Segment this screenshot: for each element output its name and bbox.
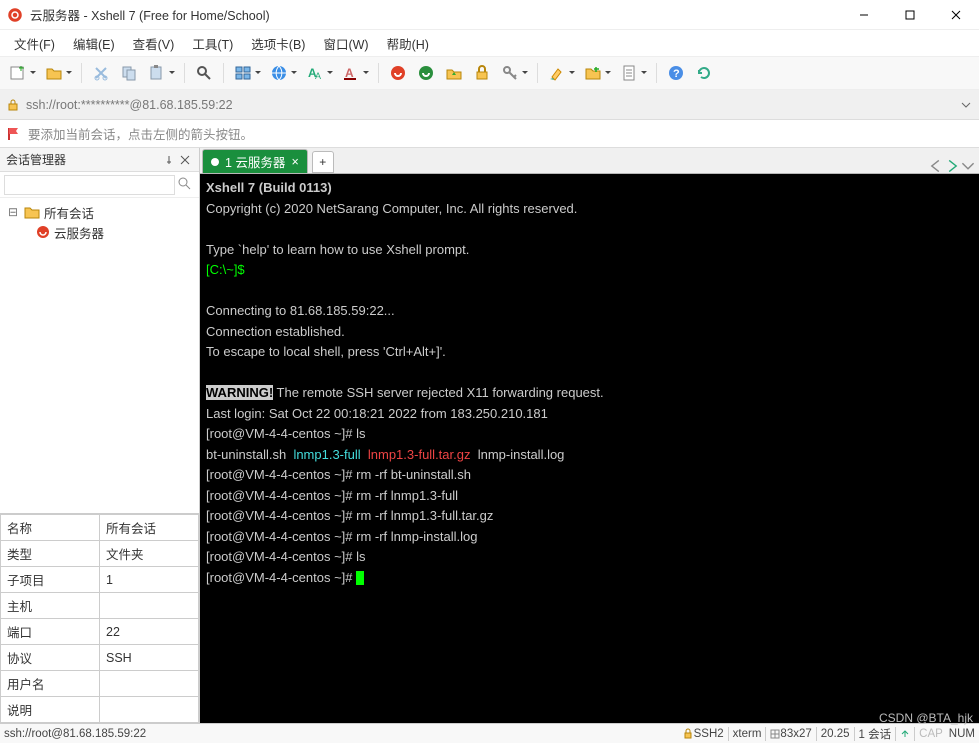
help-button[interactable]: ? xyxy=(664,61,688,85)
tab-label: 1 云服务器 xyxy=(225,152,285,171)
menubar: 文件(F) 编辑(E) 查看(V) 工具(T) 选项卡(B) 窗口(W) 帮助(… xyxy=(0,30,979,56)
svg-text:A: A xyxy=(345,66,354,80)
refresh-button[interactable] xyxy=(692,61,716,85)
separator xyxy=(184,63,185,83)
status-sessions: 1 会话 xyxy=(859,726,892,742)
status-cap: CAP xyxy=(919,728,943,740)
titlebar: 云服务器 - Xshell 7 (Free for Home/School) xyxy=(0,0,979,30)
status-num: NUM xyxy=(949,728,975,740)
cut-button[interactable] xyxy=(89,61,113,85)
tree-child-label: 云服务器 xyxy=(54,223,104,242)
tab-menu-button[interactable] xyxy=(961,159,975,173)
separator xyxy=(537,63,538,83)
grid-icon xyxy=(770,729,780,739)
terminal-cursor xyxy=(356,571,364,585)
copy-button[interactable] xyxy=(117,61,141,85)
svg-text:?: ? xyxy=(673,68,680,80)
sessions-button[interactable] xyxy=(231,61,255,85)
tab-status-icon xyxy=(211,158,219,166)
minimize-button[interactable] xyxy=(841,0,887,30)
swirl-green-button[interactable] xyxy=(414,61,438,85)
menu-file[interactable]: 文件(F) xyxy=(6,32,63,55)
paste-button[interactable] xyxy=(145,61,169,85)
address-text: ssh://root:**********@81.68.185.59:22 xyxy=(26,98,953,112)
close-button[interactable] xyxy=(933,0,979,30)
search-icon[interactable] xyxy=(177,176,199,193)
separator xyxy=(378,63,379,83)
tabs-bar: 1 云服务器 × + xyxy=(200,148,979,174)
table-row: 说明 xyxy=(1,697,199,723)
up-icon xyxy=(900,729,910,739)
add-folder-button[interactable] xyxy=(581,61,605,85)
tab-prev-button[interactable] xyxy=(929,159,943,173)
find-button[interactable] xyxy=(192,61,216,85)
table-row: 名称所有会话 xyxy=(1,515,199,541)
folder-icon xyxy=(24,205,40,219)
key-button[interactable] xyxy=(498,61,522,85)
session-manager-panel: 会话管理器 ⊟ 所有会话 云服务器 名称所有会话 类型文件夹 子项目 xyxy=(0,148,200,723)
menu-tabmenu[interactable]: 选项卡(B) xyxy=(243,32,313,55)
new-session-button[interactable] xyxy=(6,61,30,85)
status-address: ssh://root@81.68.185.59:22 xyxy=(4,728,146,740)
session-icon xyxy=(36,225,50,239)
terminal[interactable]: Xshell 7 (Build 0113) Copyright (c) 2020… xyxy=(200,174,979,723)
tree-root-label: 所有会话 xyxy=(44,203,94,222)
window-title: 云服务器 - Xshell 7 (Free for Home/School) xyxy=(30,5,841,24)
tab-active[interactable]: 1 云服务器 × xyxy=(202,149,308,173)
svg-text:A: A xyxy=(315,71,321,81)
connect-button[interactable] xyxy=(267,61,291,85)
table-row: 协议SSH xyxy=(1,645,199,671)
properties-table: 名称所有会话 类型文件夹 子项目1 主机 端口22 协议SSH 用户名 说明 xyxy=(0,513,199,723)
lock-button[interactable] xyxy=(470,61,494,85)
status-proto: SSH2 xyxy=(694,728,724,740)
swirl-red-button[interactable] xyxy=(386,61,410,85)
table-row: 用户名 xyxy=(1,671,199,697)
table-row: 端口22 xyxy=(1,619,199,645)
pin-button[interactable] xyxy=(161,152,177,168)
status-speed: 20.25 xyxy=(821,728,850,740)
highlight-button[interactable] xyxy=(545,61,569,85)
toolbar: AA A ? xyxy=(0,56,979,90)
session-search-input[interactable] xyxy=(4,175,175,195)
app-logo-icon xyxy=(6,6,24,24)
address-bar[interactable]: ssh://root:**********@81.68.185.59:22 xyxy=(0,90,979,120)
lock-small-icon xyxy=(682,728,694,740)
status-size: 83x27 xyxy=(780,728,811,740)
menu-window[interactable]: 窗口(W) xyxy=(315,32,376,55)
table-row: 主机 xyxy=(1,593,199,619)
doc-button[interactable] xyxy=(617,61,641,85)
maximize-button[interactable] xyxy=(887,0,933,30)
tree-root[interactable]: ⊟ 所有会话 xyxy=(2,202,197,222)
folder-up-button[interactable] xyxy=(442,61,466,85)
color-button[interactable]: A xyxy=(339,61,363,85)
hint-bar: 要添加当前会话，点击左侧的箭头按钮。 xyxy=(0,120,979,148)
collapse-icon[interactable]: ⊟ xyxy=(6,205,20,219)
menu-edit[interactable]: 编辑(E) xyxy=(65,32,123,55)
separator xyxy=(223,63,224,83)
new-tab-button[interactable]: + xyxy=(312,151,334,173)
separator xyxy=(656,63,657,83)
status-term: xterm xyxy=(733,728,762,740)
hint-text: 要添加当前会话，点击左侧的箭头按钮。 xyxy=(28,124,253,143)
menu-view[interactable]: 查看(V) xyxy=(125,32,183,55)
font-button[interactable]: AA xyxy=(303,61,327,85)
table-row: 类型文件夹 xyxy=(1,541,199,567)
separator xyxy=(81,63,82,83)
status-bar: ssh://root@81.68.185.59:22 SSH2 xterm 83… xyxy=(0,723,979,743)
menu-help[interactable]: 帮助(H) xyxy=(379,32,437,55)
tree-child[interactable]: 云服务器 xyxy=(2,222,197,242)
panel-title: 会话管理器 xyxy=(6,151,66,168)
session-tree: ⊟ 所有会话 云服务器 xyxy=(0,198,199,513)
menu-tools[interactable]: 工具(T) xyxy=(184,32,241,55)
lock-icon xyxy=(6,98,20,112)
table-row: 子项目1 xyxy=(1,567,199,593)
flag-icon xyxy=(6,126,22,142)
tab-next-button[interactable] xyxy=(945,159,959,173)
panel-close-button[interactable] xyxy=(177,152,193,168)
open-button[interactable] xyxy=(42,61,66,85)
tab-close-button[interactable]: × xyxy=(291,155,298,169)
address-dropdown[interactable] xyxy=(959,100,973,110)
